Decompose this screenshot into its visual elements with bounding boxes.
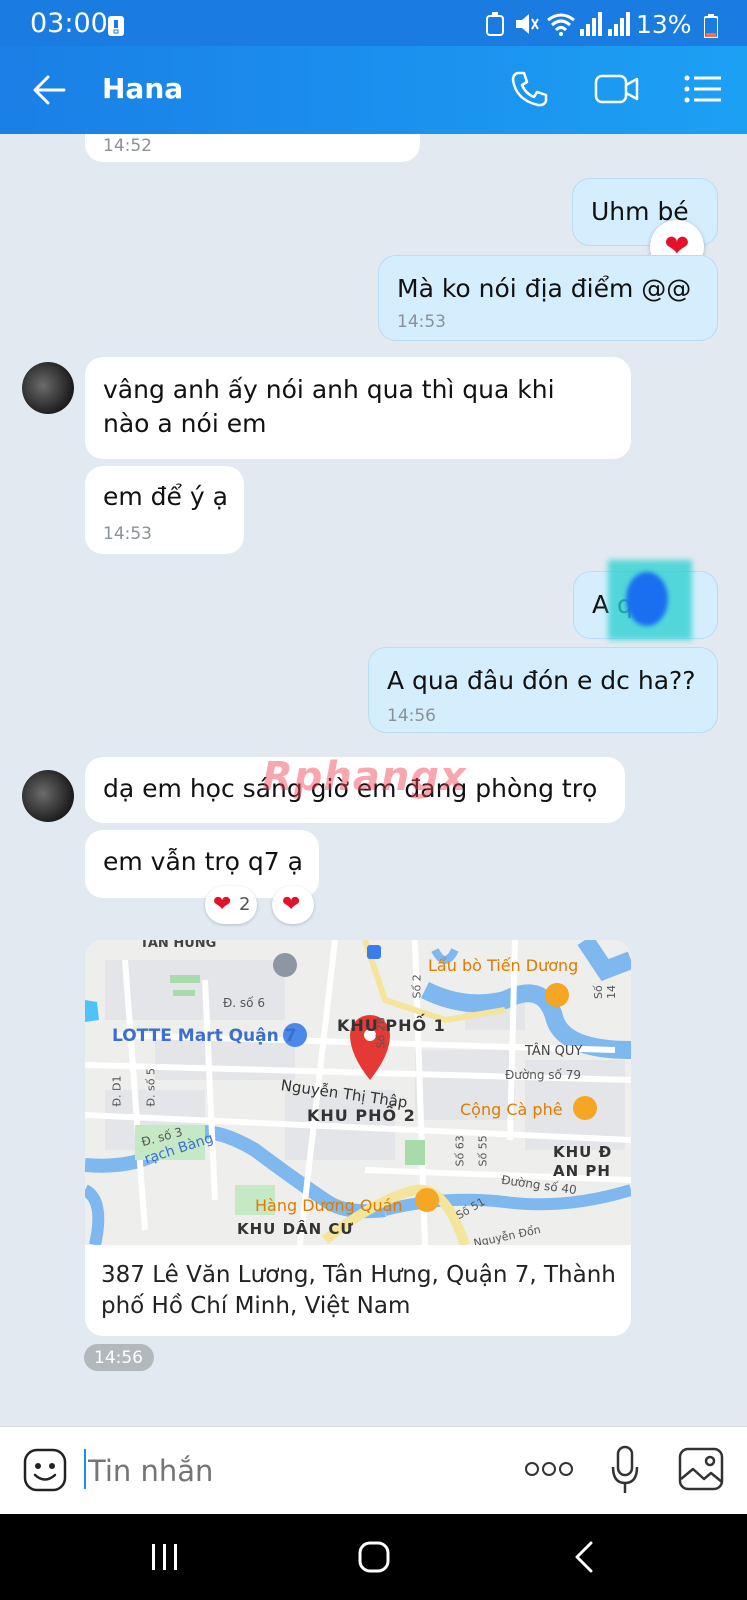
map-label: Cộng Cà phê [460,1100,563,1119]
signal-icon [580,12,602,36]
avatar[interactable] [22,770,74,822]
message-bubble[interactable]: Mà ko nói địa điểm @@ 14:53 [378,255,718,341]
battery-percent: 13% [636,10,692,39]
map-label: Số 63 [453,1135,467,1167]
message-text: em để ý ạ [103,482,228,511]
map-label: Số 2 [410,974,424,999]
message-text: vâng anh ấy nói anh qua thì qua khi nào … [103,375,555,438]
message-bubble[interactable]: em để ý ạ 14:53 [85,466,244,554]
message-time: 14:53 [103,524,152,544]
add-reaction-button[interactable]: ❤ [272,886,314,924]
home-icon[interactable] [358,1541,390,1573]
more-options-icon[interactable] [524,1461,574,1477]
mute-icon [516,14,539,34]
status-bar: 03:00 13% [0,0,747,46]
map-label: Hàng Dương Quán [255,1196,403,1215]
location-card[interactable]: TAN HUNG Lẩu bò Tiến Dương LOTTE Mart Qu… [85,940,631,1336]
map-label: TÂN QUY [525,1044,583,1059]
chat-area[interactable]: 14:52 Uhm bé ❤ Mà ko nói địa điểm @@ 14:… [0,134,747,1426]
message-bubble[interactable]: A q [573,560,718,640]
message-time: 14:56 [387,706,436,726]
map-label: Đ. số 6 [223,996,265,1010]
phone-call-icon[interactable] [510,70,548,108]
clock: 03:00 [30,8,108,39]
message-time: 14:52 [103,136,152,156]
message-bubble[interactable]: vâng anh ấy nói anh qua thì qua khi nào … [85,357,631,459]
time-pill: 14:56 [84,1344,154,1371]
map-label: KHU PHỐ 2 [307,1106,416,1125]
wifi-icon [547,13,575,36]
heart-icon: ❤ [213,892,232,917]
message-bubble[interactable]: 14:52 [85,134,420,162]
map-label: LOTTE Mart Quận 7 [112,1026,297,1046]
map-label: KHU Đ AN PH [553,1143,613,1180]
back-arrow-icon[interactable] [32,74,66,106]
battery-alert-icon [108,16,124,36]
censor-blob [626,572,668,626]
message-time: 14:56 [94,1348,143,1368]
heart-icon: ❤ [282,892,301,917]
message-time: 14:53 [397,312,446,332]
map-label: Đ. số 5 [144,1068,158,1107]
map-label: Số 14 [592,985,618,999]
map-label: Số 55 [476,1135,490,1167]
recent-apps-icon[interactable] [150,1542,180,1572]
watermark: Rphangx [262,754,467,800]
chat-header: Hana [0,46,747,134]
signal-icon-2 [608,12,630,36]
map-label: Lẩu bò Tiến Dương [428,956,579,975]
battery-icon [704,14,718,38]
contact-name[interactable]: Hana [102,72,183,105]
message-input-bar [0,1426,747,1515]
location-address: 387 Lê Văn Lương, Tân Hưng, Quận 7, Thàn… [101,1262,616,1319]
message-bubble[interactable]: A qua đâu đón e dc ha?? 14:56 [368,647,718,733]
map-label: TAN HUNG [140,940,217,951]
system-nav-bar [0,1514,747,1600]
gallery-image-icon[interactable] [678,1447,724,1491]
map-thumbnail[interactable]: TAN HUNG Lẩu bò Tiến Dương LOTTE Mart Qu… [85,940,631,1245]
video-call-icon[interactable] [594,73,640,105]
map-label: KHU PHỐ 1 [337,1016,446,1035]
message-text: Mà ko nói địa điểm @@ [397,274,692,303]
recycle-icon [486,12,504,36]
menu-list-icon[interactable] [684,74,722,104]
message-text: em vẫn trọ q7 ạ [103,847,303,876]
message-text: A qua đâu đón e dc ha?? [387,666,696,695]
reaction-count: 2 [239,894,251,915]
map-label: Đường số 79 [505,1068,581,1082]
back-nav-icon[interactable] [574,1541,594,1573]
map-label: Số 28 [374,1017,388,1049]
map-label: KHU DÂN CƯ [237,1220,354,1238]
emoji-sticker-icon[interactable] [22,1447,68,1493]
reaction-count-badge[interactable]: ❤ 2 [205,886,257,924]
map-label: Đ. D1 [110,1075,124,1107]
avatar[interactable] [22,362,74,414]
microphone-icon[interactable] [610,1445,640,1495]
message-input[interactable] [86,1445,490,1497]
